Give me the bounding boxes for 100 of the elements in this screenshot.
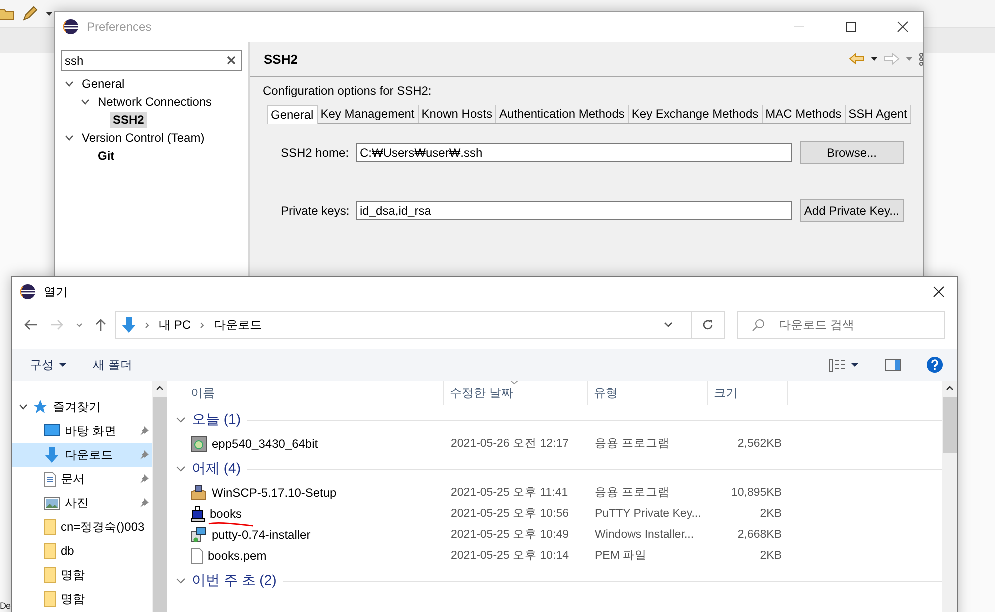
close-icon[interactable] <box>897 21 909 33</box>
file-row[interactable]: WinSCP-5.17.10-Setup 2021-05-25 오후 11:41 응용 프로그램 10,895KB <box>171 482 942 503</box>
nav-item[interactable]: 문서 <box>12 467 152 491</box>
status-text: De <box>0 601 11 612</box>
tab[interactable]: Authentication Methods <box>496 105 629 123</box>
chevron-icon[interactable] <box>65 81 74 87</box>
file-row[interactable]: books 2021-05-25 오후 10:56 PuTTY Private Key... 2KB <box>171 503 942 524</box>
refresh-icon[interactable] <box>702 319 714 331</box>
file-size: 2,562KB <box>736 438 782 450</box>
file-name: books <box>210 506 242 520</box>
group-header[interactable]: 어제 (4) <box>192 460 241 478</box>
column-header[interactable]: 수정한 날짜 <box>444 381 588 405</box>
page-title: SSH2 <box>264 52 298 66</box>
chevron-icon[interactable] <box>81 99 90 105</box>
nav-item[interactable]: cn=정경숙()003 <box>12 515 152 539</box>
input-field[interactable]: id_dsa,id_rsa <box>356 201 792 220</box>
back-arrow-icon[interactable] <box>849 53 866 65</box>
tree-item[interactable]: Version Control (Team) <box>79 130 208 146</box>
file-type: 응용 프로그램 <box>594 486 672 500</box>
file-row[interactable]: putty-0.74-installer 2021-05-25 오후 10:49 Windows Installer... 2,668KB <box>171 524 942 545</box>
group-header[interactable]: 오늘 (1) <box>192 411 241 429</box>
scroll-thumb[interactable] <box>942 397 956 453</box>
address-bar[interactable]: 내 PC 다운로드 <box>115 311 725 339</box>
field-label: SSH2 home: <box>281 146 350 160</box>
back-icon[interactable] <box>24 319 38 331</box>
star-icon <box>33 400 48 414</box>
view-list-icon[interactable] <box>829 358 845 372</box>
package-icon <box>191 484 207 500</box>
folder-icon <box>44 543 56 559</box>
window-title: Preferences <box>87 20 152 34</box>
pin-icon[interactable] <box>139 450 149 460</box>
window-title: 열기 <box>44 284 68 300</box>
chevron-icon[interactable] <box>65 135 74 141</box>
close-icon[interactable] <box>933 286 945 298</box>
tree-item[interactable]: SSH2 <box>110 112 148 128</box>
tree-item[interactable]: Git <box>95 148 118 164</box>
input-field[interactable]: C:₩Users₩user₩.ssh <box>356 143 792 162</box>
chevron-icon <box>200 322 206 328</box>
column-header[interactable]: 유형 <box>588 381 708 405</box>
pin-icon[interactable] <box>139 426 149 436</box>
help-icon[interactable] <box>927 357 943 373</box>
nav-item[interactable]: db <box>12 539 152 563</box>
filter-field[interactable]: ssh <box>61 50 242 71</box>
breadcrumb-item[interactable]: 내 PC <box>159 316 192 334</box>
caret-icon[interactable] <box>871 57 878 61</box>
folder-icon[interactable] <box>0 8 14 20</box>
field-button[interactable]: Add Private Key... <box>800 199 904 222</box>
file-name: books.pem <box>208 548 267 562</box>
file-name: putty-0.74-installer <box>212 528 311 542</box>
caret-icon[interactable] <box>851 363 859 367</box>
group-header[interactable]: 이번 주 초 (2) <box>192 572 277 590</box>
chevron-icon[interactable] <box>176 578 186 584</box>
file-row[interactable]: books.pem 2021-05-25 오후 10:14 PEM 파일 2KB <box>171 545 942 566</box>
chevron-icon[interactable] <box>176 466 186 472</box>
column-header[interactable]: 크기 <box>708 381 788 405</box>
download-arrow-icon <box>122 317 136 333</box>
column-header[interactable]: 이름 <box>171 381 444 405</box>
field-button[interactable]: Browse... <box>800 141 904 164</box>
tab[interactable]: General <box>267 105 318 124</box>
download-arrow-icon <box>44 447 60 463</box>
image-icon <box>44 496 60 510</box>
pin-icon[interactable] <box>139 474 149 484</box>
tab[interactable]: Key Exchange Methods <box>628 105 763 123</box>
file-name: WinSCP-5.17.10-Setup <box>212 486 337 500</box>
scroll-up-icon[interactable] <box>946 386 954 391</box>
file-row[interactable]: epp540_3430_64bit 2021-05-26 오전 12:17 응용 프로그램 2,562KB <box>171 433 942 454</box>
new-folder-button[interactable]: 새 폴더 <box>83 352 142 378</box>
nav-item[interactable]: 즐겨찾기 <box>12 395 152 419</box>
chevron-icon[interactable] <box>76 322 83 328</box>
pin-icon[interactable] <box>139 498 149 508</box>
chevron-icon[interactable] <box>664 322 672 328</box>
document-icon <box>44 472 56 486</box>
organize-menu[interactable]: 구성 <box>20 352 77 378</box>
nav-item[interactable]: 다운로드 <box>12 443 152 467</box>
pencil-icon[interactable] <box>22 6 38 22</box>
tab[interactable]: MAC Methods <box>762 105 846 123</box>
eclipse-logo-icon <box>63 19 79 35</box>
scrollbar[interactable] <box>942 381 957 612</box>
nav-item[interactable]: 바탕 화면 <box>12 419 152 443</box>
nav-item[interactable]: 명함 <box>12 563 152 587</box>
more-icon[interactable] <box>919 52 923 66</box>
caret-icon[interactable] <box>46 12 53 16</box>
search-field[interactable]: 다운로드 검색 <box>737 311 945 339</box>
up-icon[interactable] <box>95 318 107 332</box>
tree-item[interactable]: General <box>79 76 128 92</box>
file-size: 2KB <box>759 550 782 562</box>
tab[interactable]: SSH Agent <box>846 105 912 123</box>
tab[interactable]: Key Management <box>318 105 419 123</box>
maximize-icon[interactable] <box>845 21 857 33</box>
breadcrumb-item[interactable]: 다운로드 <box>214 316 262 334</box>
clear-icon[interactable] <box>227 56 236 65</box>
field-label: Private keys: <box>281 204 351 218</box>
tab[interactable]: Known Hosts <box>418 105 496 123</box>
nav-item[interactable]: 사진 <box>12 491 152 515</box>
modified-date: 2021-05-25 오후 10:14 <box>450 549 570 563</box>
tree-item[interactable]: Network Connections <box>95 94 216 110</box>
nav-item[interactable]: 명함 <box>12 587 152 611</box>
scroll-up-icon[interactable] <box>156 386 164 391</box>
chevron-icon[interactable] <box>176 417 186 423</box>
preview-pane-icon[interactable] <box>885 359 901 371</box>
